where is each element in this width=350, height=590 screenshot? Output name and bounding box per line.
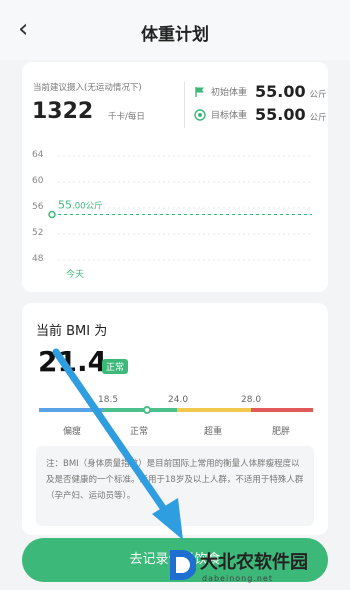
watermark: 大北农软件园 dabeinong.net [168,546,346,590]
annotation-arrow [52,348,183,540]
watermark-url: dabeinong.net [202,574,273,583]
watermark-text: 大北农软件园 [200,552,308,573]
watermark-logo [170,550,196,580]
